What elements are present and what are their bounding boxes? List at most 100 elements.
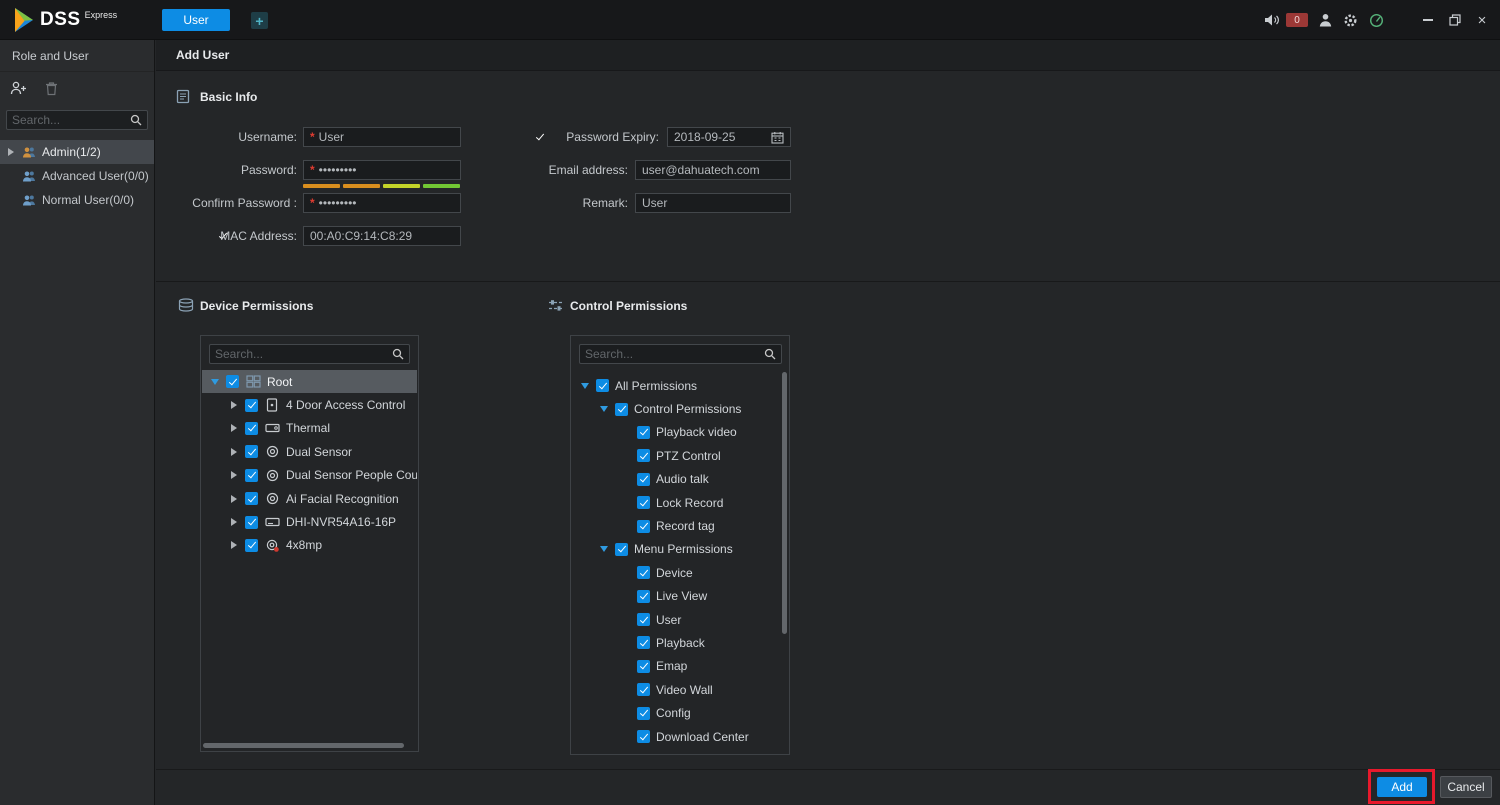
confirm-password-masked-value: ••••••••• <box>319 196 357 210</box>
chevron-down-icon[interactable] <box>580 381 590 391</box>
sidebar-item-normal-user[interactable]: Normal User(0/0) <box>0 188 154 212</box>
chevron-right-icon[interactable] <box>229 470 239 480</box>
checkbox[interactable] <box>637 520 650 533</box>
checkbox[interactable] <box>637 566 650 579</box>
mac-address-field[interactable]: 00:A0:C9:14:C8:29 <box>303 226 461 246</box>
checkbox[interactable] <box>245 422 258 435</box>
chevron-down-icon[interactable] <box>210 377 220 387</box>
platform-icon <box>245 375 261 388</box>
password-expiry-field[interactable]: 2018-09-25 <box>667 127 791 147</box>
tree-row-root[interactable]: Root <box>202 370 417 393</box>
username-field[interactable]: * User <box>303 127 461 147</box>
tree-row-permission[interactable]: All Permissions <box>572 374 788 397</box>
checkbox[interactable] <box>245 492 258 505</box>
tab-user[interactable]: User <box>162 9 230 31</box>
tree-row-device[interactable]: Ai Facial Recognition <box>202 487 417 510</box>
tree-row-permission[interactable]: Lock Record <box>572 491 788 514</box>
close-button[interactable]: × <box>1474 12 1490 28</box>
tree-row-permission[interactable]: User <box>572 608 788 631</box>
chevron-right-icon[interactable] <box>229 423 239 433</box>
tree-row-permission[interactable]: Playback video <box>572 421 788 444</box>
remark-field[interactable]: User <box>635 193 791 213</box>
control-search-input[interactable] <box>585 347 764 361</box>
close-icon: × <box>1478 13 1487 28</box>
tree-row-device[interactable]: Dual Sensor <box>202 440 417 463</box>
chevron-down-icon[interactable] <box>599 544 609 554</box>
checkbox[interactable] <box>637 473 650 486</box>
control-search[interactable] <box>579 344 782 364</box>
tree-row-permission[interactable]: Menu Permissions <box>572 538 788 561</box>
checkbox[interactable] <box>637 613 650 626</box>
checkbox[interactable] <box>615 543 628 556</box>
checkbox[interactable] <box>637 426 650 439</box>
checkbox[interactable] <box>637 660 650 673</box>
search-icon <box>764 348 776 360</box>
add-user-icon-button[interactable] <box>10 81 27 95</box>
password-field[interactable]: * ••••••••• <box>303 160 461 180</box>
tree-row-device[interactable]: DHI-NVR54A16-16P <box>202 510 417 533</box>
device-search[interactable] <box>209 344 410 364</box>
add-tab-button[interactable]: + <box>251 12 268 29</box>
username-value: User <box>319 130 344 144</box>
checkbox[interactable] <box>637 590 650 603</box>
cancel-button[interactable]: Cancel <box>1440 776 1492 798</box>
chevron-right-icon[interactable] <box>229 494 239 504</box>
checkbox[interactable] <box>637 730 650 743</box>
tree-row-permission[interactable]: Control Permissions <box>572 397 788 420</box>
sidebar-item-admin[interactable]: Admin(1/2) <box>0 140 154 164</box>
calendar-icon[interactable] <box>771 131 784 144</box>
tree-row-device[interactable]: 4x8mp <box>202 534 417 557</box>
user-icon[interactable] <box>1319 13 1332 27</box>
tree-row-permission[interactable]: Download Center <box>572 725 788 748</box>
tree-row-device[interactable]: Thermal <box>202 417 417 440</box>
checkbox[interactable] <box>245 469 258 482</box>
tree-row-permission[interactable]: Playback <box>572 631 788 654</box>
checkbox[interactable] <box>615 403 628 416</box>
vertical-scrollbar[interactable] <box>782 372 787 634</box>
chevron-right-icon[interactable] <box>229 540 239 550</box>
checkbox[interactable] <box>637 449 650 462</box>
tree-row-permission[interactable]: Video Wall <box>572 678 788 701</box>
tree-row-permission[interactable]: Device <box>572 561 788 584</box>
chevron-right-icon[interactable] <box>229 400 239 410</box>
chevron-right-icon[interactable] <box>6 147 16 157</box>
tree-row-device[interactable]: Dual Sensor People Counting <box>202 464 417 487</box>
add-button[interactable]: Add <box>1377 777 1427 797</box>
checkbox[interactable] <box>226 375 239 388</box>
settings-gear-icon[interactable] <box>1343 13 1358 28</box>
tree-row-permission[interactable]: Record tag <box>572 514 788 537</box>
checkbox[interactable] <box>245 539 258 552</box>
tree-row-permission[interactable]: Config <box>572 701 788 724</box>
checkbox[interactable] <box>245 399 258 412</box>
alarm-count-badge[interactable]: 0 <box>1286 13 1308 27</box>
sidebar-item-advanced-user[interactable]: Advanced User(0/0) <box>0 164 154 188</box>
tree-row-permission[interactable]: Live View <box>572 585 788 608</box>
tree-row-device[interactable]: 4 Door Access Control <box>202 393 417 416</box>
checkbox[interactable] <box>637 707 650 720</box>
horizontal-scrollbar[interactable] <box>203 743 404 748</box>
chevron-right-icon[interactable] <box>229 447 239 457</box>
control-permissions-icon <box>548 299 564 312</box>
minimize-button[interactable] <box>1420 12 1436 28</box>
network-status-icon[interactable] <box>1369 13 1384 28</box>
device-search-input[interactable] <box>215 347 392 361</box>
chevron-down-icon[interactable] <box>599 404 609 414</box>
footer-divider <box>156 769 1500 770</box>
checkbox[interactable] <box>637 496 650 509</box>
checkbox[interactable] <box>245 445 258 458</box>
checkbox[interactable] <box>637 636 650 649</box>
checkbox[interactable] <box>596 379 609 392</box>
tree-row-permission[interactable]: PTZ Control <box>572 444 788 467</box>
tree-row-permission[interactable]: Audio talk <box>572 468 788 491</box>
chevron-right-icon[interactable] <box>229 517 239 527</box>
sidebar-search[interactable] <box>6 110 148 130</box>
tree-row-permission[interactable]: Emap <box>572 655 788 678</box>
checkbox[interactable] <box>637 683 650 696</box>
sidebar-search-input[interactable] <box>12 113 130 127</box>
speaker-icon[interactable] <box>1264 13 1280 27</box>
delete-user-icon-button[interactable] <box>45 81 58 96</box>
checkbox[interactable] <box>245 516 258 529</box>
email-field[interactable]: user@dahuatech.com <box>635 160 791 180</box>
confirm-password-field[interactable]: * ••••••••• <box>303 193 461 213</box>
restore-button[interactable] <box>1447 12 1463 28</box>
